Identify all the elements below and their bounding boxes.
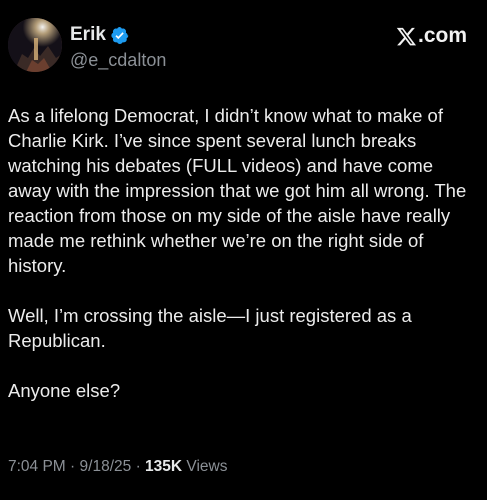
- verified-badge-icon: [111, 26, 129, 44]
- display-name[interactable]: Erik: [70, 24, 106, 46]
- tweet-paragraph: Anyone else?: [8, 380, 121, 401]
- handle[interactable]: @e_cdalton: [70, 50, 166, 71]
- views-label: Views: [186, 458, 228, 475]
- profile-photo-icon: [8, 18, 62, 72]
- tweet-paragraph: As a lifelong Democrat, I didn’t know wh…: [8, 105, 467, 276]
- timestamp-time[interactable]: 7:04 PM: [8, 458, 66, 475]
- avatar[interactable]: [8, 18, 62, 72]
- tweet-card: Erik @e_cdalton .com As a lifelong Democ…: [0, 0, 487, 500]
- views-count: 135K: [145, 458, 183, 475]
- x-logo-icon: [396, 27, 417, 45]
- brand-label: .com: [417, 24, 467, 47]
- meta-separator: ·: [70, 458, 76, 475]
- tweet-meta: 7:04 PM · 9/18/25 · 135K Views: [8, 458, 228, 476]
- timestamp-date[interactable]: 9/18/25: [80, 458, 132, 475]
- author-block: Erik @e_cdalton: [70, 22, 166, 71]
- meta-separator: ·: [135, 458, 141, 475]
- name-row: Erik: [70, 22, 166, 48]
- tweet-paragraph: Well, I’m crossing the aisle—I just regi…: [8, 305, 412, 351]
- tweet-body: As a lifelong Democrat, I didn’t know wh…: [8, 103, 478, 428]
- x-com-brand: .com: [396, 24, 467, 48]
